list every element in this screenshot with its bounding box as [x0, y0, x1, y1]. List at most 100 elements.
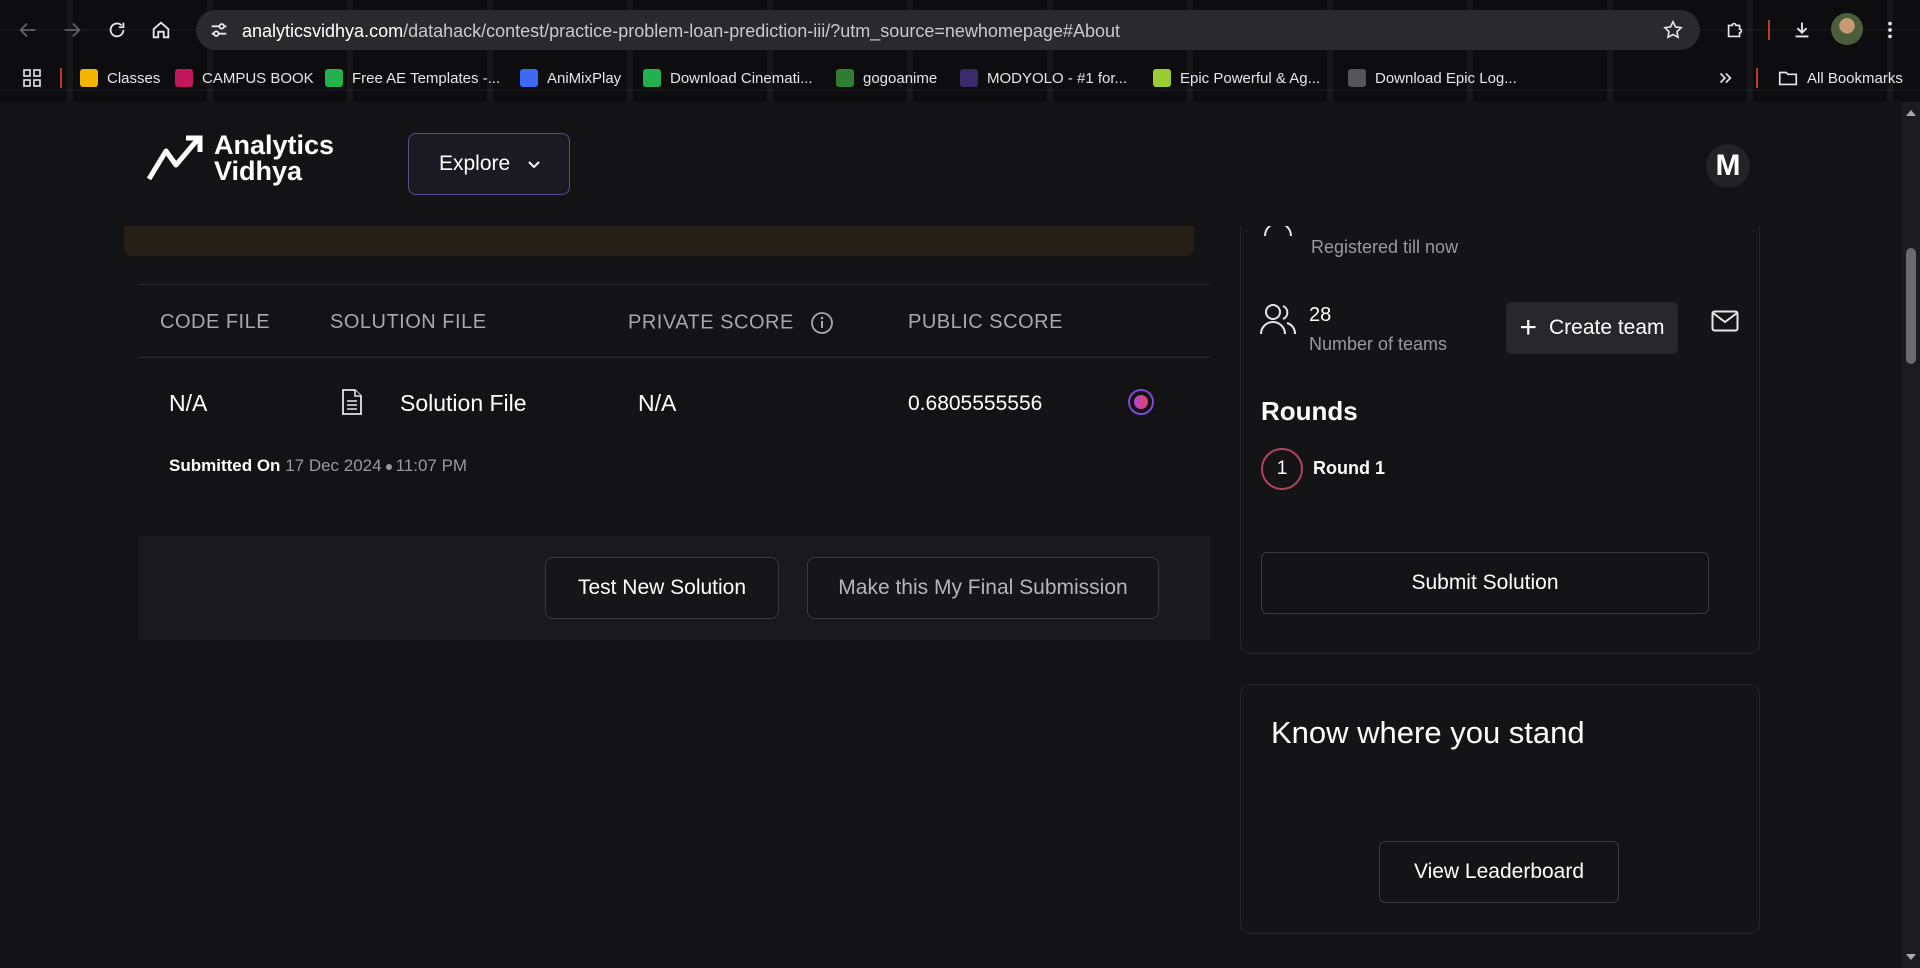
round-label[interactable]: Round 1	[1313, 458, 1385, 479]
bookmark-label: Classes	[107, 69, 161, 87]
teams-count: 28	[1309, 304, 1332, 326]
info-icon[interactable]	[810, 311, 834, 335]
profile-avatar[interactable]	[1831, 13, 1863, 45]
bookmark-label: gogoanime	[863, 69, 938, 87]
bookmarks-separator	[60, 68, 62, 88]
home-button[interactable]	[145, 14, 177, 46]
user-avatar[interactable]: M	[1706, 144, 1750, 188]
url-domain: analyticsvidhya.com	[242, 21, 404, 41]
downloads-button[interactable]	[1786, 14, 1818, 46]
more-bookmarks-button[interactable]	[1716, 66, 1734, 90]
bookmark-item[interactable]: gogoanime	[836, 66, 937, 90]
folder-icon	[1778, 71, 1798, 86]
teams-icon	[1260, 304, 1296, 335]
site-info-icon[interactable]	[208, 19, 230, 41]
header-solution-file: SOLUTION FILE	[330, 311, 487, 333]
explore-dropdown[interactable]: Explore	[408, 133, 570, 195]
back-arrow-icon	[19, 22, 36, 38]
reload-button[interactable]	[101, 14, 133, 46]
bookmark-favicon-icon	[1348, 69, 1366, 87]
page-content: Analytics Vidhya Explore M CODE FILE SOL…	[0, 102, 1902, 968]
user-icon	[1264, 222, 1292, 237]
logo-line1: Analytics	[214, 130, 335, 160]
bookmark-label: CAMPUS BOOK	[202, 69, 314, 87]
header-public-score: PUBLIC SCORE	[908, 311, 1063, 333]
bookmark-favicon-icon	[1153, 69, 1171, 87]
site-header: Analytics Vidhya Explore M	[0, 102, 1902, 226]
bookmark-item[interactable]: Download Epic Log...	[1348, 66, 1517, 90]
bookmark-label: MODYOLO - #1 for...	[987, 69, 1128, 87]
round-number-badge: 1	[1261, 448, 1303, 490]
bookmark-item[interactable]: Classes	[80, 66, 160, 90]
row-private-score: N/A	[638, 390, 677, 416]
bookmark-favicon-icon	[175, 69, 193, 87]
home-icon	[152, 21, 170, 39]
chrome-menu-button[interactable]	[1874, 14, 1906, 46]
bookmark-favicon-icon	[836, 69, 854, 87]
bookmark-item[interactable]: AniMixPlay	[520, 66, 621, 90]
bookmark-label: Download Epic Log...	[1375, 69, 1517, 87]
all-bookmarks-label: All Bookmarks	[1807, 69, 1903, 87]
page-scrollbar[interactable]	[1902, 102, 1920, 968]
leaderboard-card: Know where you stand View Leaderboard	[1240, 684, 1760, 934]
forward-button[interactable]	[56, 14, 88, 46]
scroll-up-arrow-icon[interactable]	[1906, 110, 1916, 116]
back-button[interactable]	[12, 14, 44, 46]
double-chevron-icon	[1719, 72, 1732, 84]
kebab-menu-icon	[1888, 21, 1892, 39]
logo-line2: Vidhya	[214, 156, 303, 186]
separator-dot	[385, 463, 392, 470]
header-private-score: PRIVATE SCORE	[628, 311, 834, 335]
bookmark-item[interactable]: MODYOLO - #1 for...	[960, 66, 1127, 90]
submission-actions: Test New Solution Make this My Final Sub…	[138, 536, 1210, 640]
download-icon	[1795, 22, 1809, 38]
bookmark-label: AniMixPlay	[547, 69, 622, 87]
bookmark-label: Epic Powerful & Ag...	[1180, 69, 1321, 87]
chevron-down-icon	[528, 161, 540, 169]
submission-status-indicator	[1128, 389, 1154, 415]
address-bar[interactable]: analyticsvidhya.com/datahack/contest/pra…	[196, 10, 1700, 50]
logo-text: Analytics Vidhya	[214, 130, 335, 186]
submit-solution-button[interactable]: Submit Solution	[1261, 552, 1709, 614]
apps-button[interactable]	[22, 66, 42, 90]
row-public-score: 0.6805555556	[908, 392, 1043, 415]
header-private-score-label: PRIVATE SCORE	[628, 311, 794, 334]
create-team-button[interactable]: + Create team	[1506, 302, 1678, 354]
solution-file-link[interactable]: Solution File	[400, 390, 527, 417]
apps-grid-icon	[23, 69, 41, 87]
analytics-vidhya-logo[interactable]: Analytics Vidhya	[146, 130, 335, 186]
bookmark-item[interactable]: CAMPUS BOOK	[175, 66, 314, 90]
submitted-date: 17 Dec 2024	[285, 456, 382, 475]
view-leaderboard-button[interactable]: View Leaderboard	[1379, 841, 1619, 903]
submitted-label: Submitted On	[169, 456, 281, 475]
bookmark-favicon-icon	[325, 69, 343, 87]
scroll-down-arrow-icon[interactable]	[1906, 954, 1916, 960]
bookmark-item[interactable]: Epic Powerful & Ag...	[1153, 66, 1320, 90]
scrollbar-thumb[interactable]	[1906, 248, 1916, 364]
all-bookmarks-button[interactable]: All Bookmarks	[1777, 66, 1903, 90]
bookmark-label: Download Cinemati...	[670, 69, 813, 87]
document-icon	[342, 389, 362, 415]
explore-label: Explore	[439, 152, 511, 175]
test-new-solution-button[interactable]: Test New Solution	[545, 557, 779, 619]
toolbar-separator	[1768, 20, 1770, 40]
extensions-button[interactable]	[1719, 14, 1751, 46]
mail-icon[interactable]	[1711, 310, 1739, 332]
logo-arrow-icon	[146, 135, 203, 181]
status-dot-fill	[1134, 395, 1148, 409]
table-header: CODE FILE SOLUTION FILE PRIVATE SCORE PU…	[138, 284, 1210, 358]
puzzle-icon	[1727, 22, 1743, 38]
contest-banner-strip	[124, 226, 1194, 256]
bookmark-star-icon[interactable]	[1662, 19, 1684, 41]
url-path: /datahack/contest/practice-problem-loan-…	[403, 21, 1120, 41]
bookmark-label: Free AE Templates -...	[352, 69, 501, 87]
bookmark-favicon-icon	[520, 69, 538, 87]
bookmark-item[interactable]: Download Cinemati...	[643, 66, 813, 90]
final-submission-button[interactable]: Make this My Final Submission	[807, 557, 1159, 619]
teams-label: Number of teams	[1309, 334, 1448, 354]
leaderboard-title: Know where you stand	[1271, 715, 1585, 750]
reload-icon	[109, 22, 125, 38]
bookmark-item[interactable]: Free AE Templates -...	[325, 66, 500, 90]
browser-chrome: analyticsvidhya.com/datahack/contest/pra…	[0, 0, 1920, 102]
forward-arrow-icon	[64, 22, 81, 38]
